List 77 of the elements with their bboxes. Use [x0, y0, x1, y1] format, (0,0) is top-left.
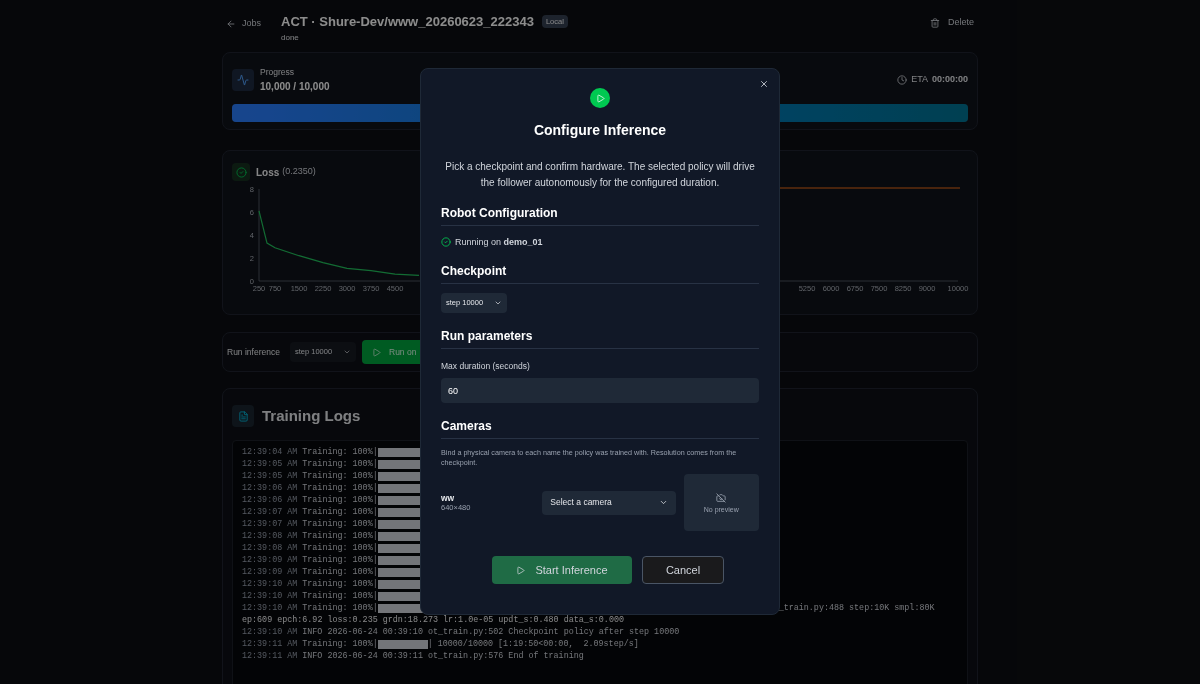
run-inference-label: Run inference	[227, 345, 281, 359]
log-time: 12:39:10 AM	[242, 590, 298, 603]
log-time: 12:39:10 AM	[242, 578, 298, 591]
log-text: Training: 100%|	[302, 506, 378, 519]
back-arrow-icon	[226, 18, 236, 29]
log-text: Training: 100%|	[302, 602, 378, 615]
check-icon	[441, 237, 451, 247]
log-text: Training: 100%|	[302, 518, 378, 531]
play-icon	[516, 565, 526, 575]
log-time: 12:39:07 AM	[242, 518, 298, 531]
chevron-down-icon	[494, 299, 502, 307]
activity-icon	[232, 68, 254, 91]
log-text: Training: 100%|	[302, 446, 378, 459]
log-text: _train.py:488 step:10K smpl:80K	[778, 602, 935, 615]
play-icon	[590, 88, 610, 108]
close-icon[interactable]	[759, 79, 769, 89]
delete-button[interactable]: Delete	[930, 16, 974, 30]
camera-off-icon	[716, 492, 727, 503]
log-text: | 10000/10000 [1:19:50<00:00, 2.09step/s]	[427, 638, 639, 651]
progress-bar-glyphs	[377, 640, 428, 649]
log-time: 12:39:08 AM	[242, 542, 298, 555]
log-text: Training: 100%|	[302, 578, 378, 591]
dialog-title: Configure Inference	[533, 122, 667, 139]
log-time: 12:39:10 AM	[242, 602, 298, 615]
log-time: 12:39:04 AM	[242, 446, 298, 459]
log-time: 12:39:10 AM	[242, 626, 298, 639]
chevron-down-icon	[343, 348, 351, 356]
log-time: 12:39:07 AM	[242, 506, 298, 519]
loss-title: Loss	[256, 165, 280, 180]
chevron-down-icon	[658, 498, 668, 507]
section-heading: Checkpoint	[441, 264, 508, 278]
section-heading: Run parameters	[441, 329, 534, 343]
log-time: 12:39:06 AM	[242, 494, 298, 507]
log-text: INFO 2026-06-24 00:39:11 ot_train.py:576 End of training	[302, 650, 584, 663]
log-text: ep:609 epch:6.92 loss:0.235 grdn:18.273 lr:1.0e-05 updt_s:0.480 data_s:0.000	[242, 614, 624, 627]
dialog-description: Pick a checkpoint and confirm hardware. The selected policy will drive the follower autonomously for the configured duration.	[444, 160, 756, 190]
section-heading: Robot Configuration	[441, 206, 559, 220]
progress-label: Progress	[260, 66, 295, 79]
log-text: Training: 100%|	[302, 458, 378, 471]
logs-title: Training Logs	[262, 406, 361, 426]
log-text: Training: 100%|	[302, 542, 378, 555]
log-time: 12:39:09 AM	[242, 554, 298, 567]
log-time: 12:39:09 AM	[242, 566, 298, 579]
log-text: Training: 100%|	[302, 554, 378, 567]
job-status: done	[281, 31, 299, 44]
cancel-button[interactable]: Cancel	[642, 556, 724, 584]
camera-name: ww	[441, 493, 456, 502]
eta-value: 00:00:00	[931, 73, 968, 87]
log-text: Training: 100%|	[302, 530, 378, 543]
log-time: 12:39:11 AM	[242, 650, 298, 663]
camera-select[interactable]: Select a camera	[542, 490, 676, 515]
job-title: ACT · Shure-Dev/www_20260623_222343	[281, 13, 534, 31]
check-icon	[232, 163, 250, 181]
duration-field[interactable]: 60	[441, 378, 759, 403]
play-icon	[372, 347, 381, 357]
log-text: INFO 2026-06-24 00:39:10 ot_train.py:502 Checkpoint policy after step 10000	[302, 626, 680, 639]
log-text: Training: 100%|	[302, 638, 378, 651]
running-on-text: Running on demo_01	[455, 237, 543, 247]
log-text: Training: 100%|	[302, 494, 378, 507]
log-time: 12:39:11 AM	[242, 638, 298, 651]
loss-value: (0.2350)	[282, 165, 316, 179]
log-text: Training: 100%|	[302, 590, 378, 603]
clock-icon	[897, 74, 908, 85]
back-link[interactable]: Jobs	[226, 17, 281, 31]
trash-icon	[930, 17, 940, 28]
log-text: Training: 100%|	[302, 482, 378, 495]
document-icon	[232, 405, 254, 428]
log-time: 12:39:05 AM	[242, 458, 298, 471]
progress-value: 10,000 / 10,000	[260, 79, 330, 94]
eta-label: ETA	[911, 73, 928, 87]
log-text: Training: 100%|	[302, 470, 378, 483]
log-text: Training: 100%|	[302, 566, 378, 579]
log-time: 12:39:05 AM	[242, 470, 298, 483]
duration-label: Max duration (seconds)	[441, 361, 531, 372]
log-time: 12:39:06 AM	[242, 482, 298, 495]
section-heading: Cameras	[441, 419, 493, 433]
log-time: 12:39:08 AM	[242, 530, 298, 543]
